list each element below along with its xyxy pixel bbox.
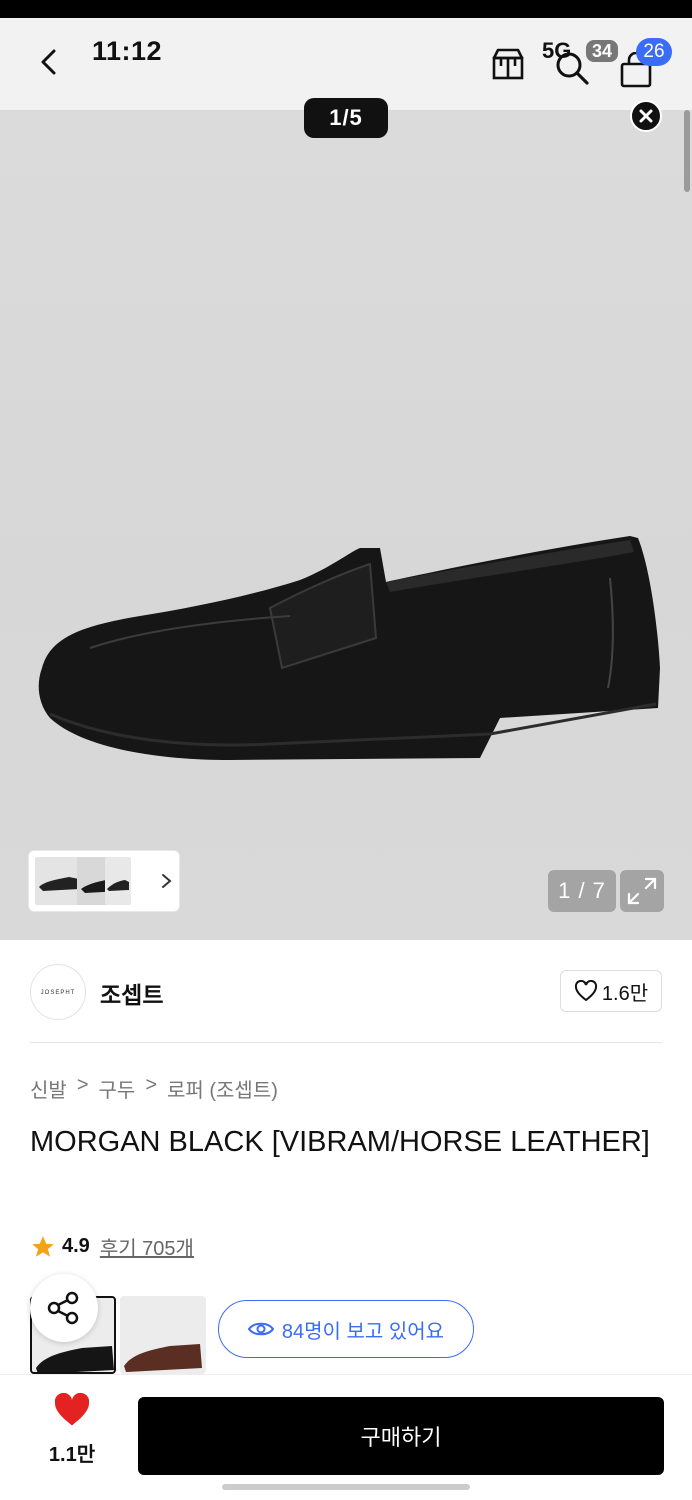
expand-icon [627, 877, 657, 905]
heart-outline-icon [574, 980, 597, 1002]
color-swatch-brown[interactable] [120, 1296, 206, 1374]
brand-name[interactable]: 조셉트 [100, 976, 163, 1010]
breadcrumb: 신발 > 구두 > 로퍼 (조셉트) [30, 1074, 278, 1103]
breadcrumb-separator: > [76, 1074, 89, 1096]
home-indicator [222, 1484, 470, 1490]
wishlist-button[interactable]: 1.1만 [40, 1392, 104, 1467]
share-button[interactable] [30, 1274, 98, 1342]
thumbnail-1[interactable] [35, 857, 83, 905]
product-image [38, 536, 660, 760]
heart-filled-icon [54, 1392, 90, 1426]
viewers-badge: 84명이 보고 있어요 [218, 1300, 474, 1358]
back-icon[interactable] [34, 46, 66, 78]
divider [30, 1042, 662, 1043]
close-button[interactable] [630, 100, 662, 132]
viewers-text: 84명이 보고 있어요 [281, 1320, 445, 1343]
breadcrumb-separator: > [145, 1074, 157, 1096]
scrollbar[interactable] [684, 110, 690, 192]
image-counter: 1 / 7 [548, 870, 616, 912]
brand-like-button[interactable]: 1.6만 [560, 970, 662, 1012]
rating: 4.9 후기 705개 [30, 1232, 194, 1261]
product-gallery[interactable]: 11:12 5G 34 26 1/5 1 / 7 [0, 18, 692, 940]
battery-indicator: 34 [586, 40, 619, 62]
status-time: 11:12 [92, 36, 163, 66]
chevron-right-icon[interactable] [159, 867, 175, 895]
wishlist-count: 1.1만 [48, 1444, 96, 1466]
thumbnail-strip[interactable] [28, 850, 180, 912]
product-title: MORGAN BLACK [VIBRAM/HORSE LEATHER] [30, 1126, 650, 1158]
cart-count-badge: 26 [636, 38, 672, 66]
rating-score: 4.9 [62, 1235, 90, 1257]
gallery-pager: 1/5 [304, 98, 388, 138]
bottom-action-bar: 1.1만 구매하기 [0, 1374, 692, 1500]
thumbnail-3[interactable] [105, 857, 131, 905]
brand-logo[interactable]: JOSEPHT [30, 964, 86, 1020]
expand-button[interactable] [620, 870, 664, 912]
brand-like-count: 1.6만 [601, 982, 649, 1005]
buy-button[interactable]: 구매하기 [138, 1397, 664, 1475]
product-info: JOSEPHT 조셉트 1.6만 신발 > 구두 > 로퍼 (조셉트) MORG… [0, 940, 692, 1374]
top-nav: 11:12 5G 34 26 [0, 18, 692, 110]
breadcrumb-item[interactable]: 신발 [30, 1074, 67, 1103]
review-link[interactable]: 후기 705개 [100, 1232, 194, 1261]
share-icon [47, 1291, 79, 1325]
eye-icon [247, 1322, 274, 1336]
breadcrumb-item[interactable]: 구두 [99, 1074, 136, 1103]
breadcrumb-item[interactable]: 로퍼 (조셉트) [167, 1074, 278, 1103]
close-icon [639, 109, 653, 123]
store-icon[interactable] [488, 44, 528, 84]
status-strip [0, 0, 692, 18]
star-icon [32, 1235, 54, 1257]
